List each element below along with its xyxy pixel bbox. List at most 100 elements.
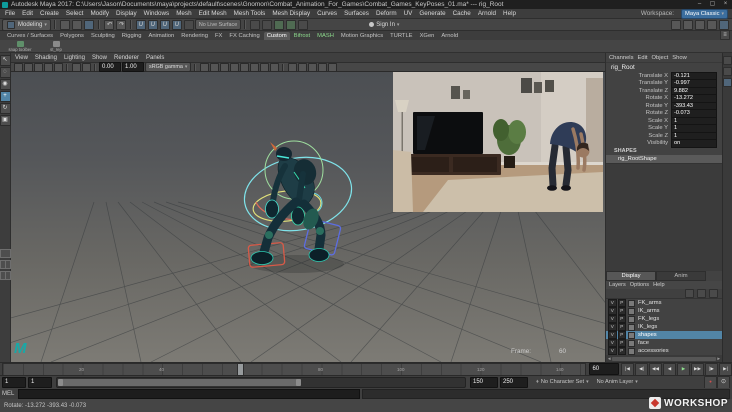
shape-node-row[interactable]: rig_RootShape [606,155,722,163]
camera-attributes-icon[interactable] [33,62,43,72]
layer-menu-options[interactable]: Options [630,282,649,288]
shelf-tab-rigging[interactable]: Rigging [119,32,145,40]
tab-display[interactable]: Display [606,271,656,281]
menu-deform[interactable]: Deform [376,10,397,17]
textured-icon[interactable] [219,62,229,72]
shelf-tab-custom[interactable]: Custom [263,32,290,40]
menu-mesh-tools[interactable]: Mesh Tools [234,10,266,17]
menu-uv[interactable]: UV [404,10,413,17]
layer-horizontal-scrollbar[interactable]: ◄ ► [606,355,722,362]
go-to-end-button[interactable]: ▶| [719,362,732,376]
layer-menu-help[interactable]: Help [653,282,665,288]
new-layer-from-selected-icon[interactable] [709,289,718,298]
layer-color-swatch[interactable] [628,315,635,323]
menu-generate[interactable]: Generate [419,10,445,17]
step-forward-frame-button[interactable]: |▶ [705,362,718,376]
layer-color-swatch[interactable] [628,323,635,331]
ipr-render-icon[interactable] [286,19,297,30]
shelf-tab-polygons[interactable]: Polygons [57,32,87,40]
redo-icon[interactable]: ↷ [115,19,126,30]
range-slider-track[interactable] [56,376,466,388]
channel-box-menu-channels[interactable]: Channels [609,55,634,61]
panel-menu-panels[interactable]: Panels [146,55,164,61]
tab-anim[interactable]: Anim [656,271,706,281]
viewport-canvas[interactable]: Frame: 60 M [11,72,605,362]
sc</span>roll-left-icon[interactable]: ◄ [607,356,611,361]
shelf-tab-motion-graphics[interactable]: Motion Graphics [338,32,386,40]
menu-select[interactable]: Select [66,10,84,17]
go-to-start-button[interactable]: |◀ [621,362,634,376]
scale-tool-button[interactable]: ▣ [0,115,11,126]
layer-color-swatch[interactable] [628,331,635,339]
film-gate-icon[interactable] [317,62,327,72]
use-all-lights-icon[interactable] [229,62,239,72]
character-mesh[interactable] [250,142,330,265]
channel-box-toggle-icon[interactable] [719,19,729,30]
panel-menu-shading[interactable]: Shading [35,55,57,61]
attribute-editor-tab-icon[interactable] [723,56,732,65]
make-live-icon[interactable] [183,19,194,30]
wireframe-icon[interactable] [199,62,209,72]
save-scene-icon[interactable] [83,19,94,30]
menu-create[interactable]: Create [40,10,59,17]
menu-mesh-display[interactable]: Mesh Display [272,10,310,17]
multisample-aa-icon[interactable] [269,62,279,72]
attribute-editor-toggle-icon[interactable] [695,19,705,30]
layer-color-swatch[interactable] [628,347,635,355]
range-start-handle[interactable] [58,378,63,386]
snap-to-grid-icon[interactable]: U [135,19,146,30]
move-layer-up-icon[interactable] [685,289,694,298]
menu-display[interactable]: Display [116,10,137,17]
shadows-icon[interactable] [239,62,249,72]
menu-help[interactable]: Help [503,10,516,17]
menu-file[interactable]: File [5,10,15,17]
undo-icon[interactable]: ↶ [103,19,114,30]
move-tool-button[interactable]: + [0,91,11,102]
2d-pan-zoom-icon[interactable] [71,62,81,72]
menu-cache[interactable]: Cache [453,10,471,17]
layout-four-pane-button[interactable] [0,271,11,280]
isolate-select-icon[interactable] [297,62,307,72]
minimize-button[interactable]: – [693,0,706,9]
scroll-right-icon[interactable]: ► [717,356,721,361]
shelf-item-st-rep[interactable]: st_rep [40,40,72,52]
shelf-tab-rendering[interactable]: Rendering [178,32,211,40]
menu-windows[interactable]: Windows [144,10,170,17]
menu-curves[interactable]: Curves [317,10,337,17]
panel-menu-renderer[interactable]: Renderer [114,55,139,61]
shelf-tab-curves-surfaces[interactable]: Curves / Surfaces [4,32,56,40]
xray-icon[interactable] [287,62,297,72]
screen-space-ao-icon[interactable] [249,62,259,72]
layer-color-swatch[interactable] [628,299,635,307]
play-backwards-button[interactable]: ◀ [663,362,676,376]
lock-camera-icon[interactable] [23,62,33,72]
layout-single-pane-button[interactable] [0,249,11,258]
step-forward-key-button[interactable]: ▶▶ [691,362,704,376]
range-slider-active-range[interactable] [58,378,301,386]
channel-box-menu-object[interactable]: Object [652,55,669,61]
channel-box-menu-edit[interactable]: Edit [638,55,648,61]
range-end-handle[interactable] [295,378,301,386]
grid-toggle-icon[interactable] [307,62,317,72]
render-current-frame-icon[interactable] [274,19,285,30]
current-time-field[interactable]: 60 [589,363,619,375]
layer-menu-layers[interactable]: Layers [609,282,626,288]
bookmarks-icon[interactable] [43,62,53,72]
layout-two-pane-button[interactable] [0,260,11,269]
channel-box-tab-icon[interactable] [723,78,732,87]
menu-edit-mesh[interactable]: Edit Mesh [199,10,227,17]
snap-to-curve-icon[interactable]: U [147,19,158,30]
current-frame-marker[interactable] [237,363,244,375]
shaded-icon[interactable] [209,62,219,72]
layer-color-swatch[interactable] [628,307,635,315]
layer-visibility-toggle[interactable]: V [608,346,617,356]
layer-row-accessories[interactable]: V P accessories [606,346,722,356]
shelf-tab-arnold[interactable]: Arnold [438,32,461,40]
character-set-dropdown[interactable]: ♦ No Character Set ▾ [536,379,589,385]
panel-menu-view[interactable]: View [15,55,28,61]
step-back-frame-button[interactable]: ◀| [635,362,648,376]
shelf-tab-fx[interactable]: FX [212,32,225,40]
motion-blur-icon[interactable] [259,62,269,72]
time-slider[interactable]: 20 40 60 80 100 120 140 [2,362,587,376]
anim-start-field[interactable]: 1 [28,376,52,388]
